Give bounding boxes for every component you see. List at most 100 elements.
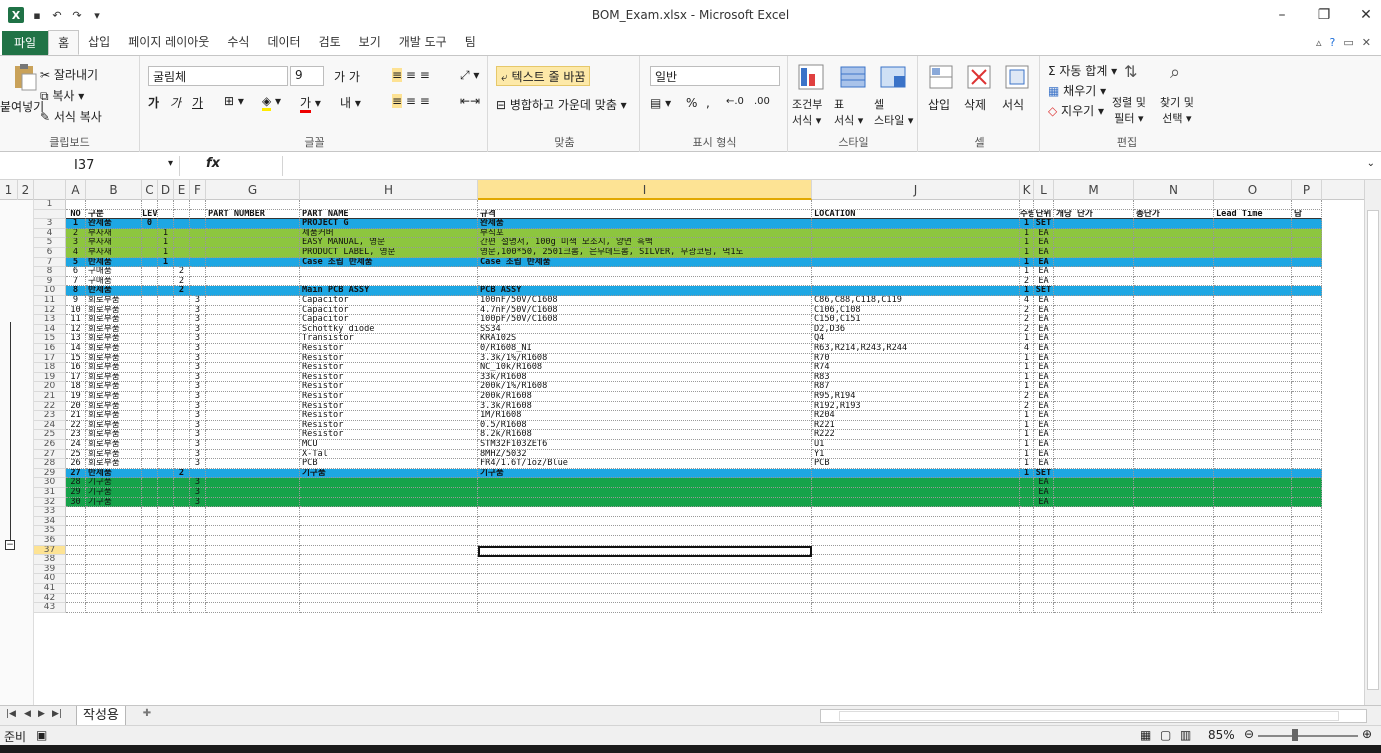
cell-L4[interactable]: EA — [1034, 228, 1054, 239]
cell-L34[interactable] — [1034, 516, 1054, 527]
cell-L36[interactable] — [1034, 536, 1054, 546]
font-color-button[interactable]: 가 ▾ — [300, 94, 321, 113]
cell-E5[interactable] — [174, 238, 190, 248]
cell-J15[interactable]: Q4 — [812, 334, 1020, 344]
cell-L23[interactable]: EA — [1034, 411, 1054, 421]
cell-G40[interactable] — [206, 574, 300, 584]
row-header-18[interactable]: 18 — [34, 363, 66, 373]
cell-P29[interactable] — [1292, 468, 1322, 479]
cell-G4[interactable] — [206, 228, 300, 239]
cell-E6[interactable] — [174, 248, 190, 258]
cell-N16[interactable] — [1134, 344, 1214, 354]
undo-icon[interactable]: ↶ — [50, 8, 64, 22]
cell-F16[interactable]: 3 — [190, 344, 206, 354]
cell-H1[interactable] — [300, 200, 478, 210]
cell-A20[interactable]: 18 — [66, 382, 86, 392]
cell-P18[interactable] — [1292, 363, 1322, 373]
cell-D1[interactable] — [158, 200, 174, 210]
cell-E10[interactable]: 2 — [174, 286, 190, 296]
cell-J38[interactable] — [812, 555, 1020, 565]
cell-K34[interactable] — [1020, 516, 1034, 527]
cell-B35[interactable] — [86, 526, 142, 536]
cell-H27[interactable]: X-Tal — [300, 449, 478, 460]
cell-A13[interactable]: 11 — [66, 315, 86, 325]
cell-F41[interactable] — [190, 584, 206, 594]
cell-H2[interactable]: PART NAME — [300, 209, 478, 220]
cell-H19[interactable]: Resistor — [300, 372, 478, 383]
cell-N10[interactable] — [1134, 286, 1214, 296]
cell-O20[interactable] — [1214, 382, 1292, 392]
tab-insert[interactable]: 삽입 — [79, 30, 119, 55]
cell-E30[interactable] — [174, 478, 190, 488]
cell-D29[interactable] — [158, 468, 174, 479]
cell-C34[interactable] — [142, 516, 158, 527]
cell-K27[interactable]: 1 — [1020, 449, 1034, 460]
cell-H11[interactable]: Capacitor — [300, 296, 478, 306]
cell-D31[interactable] — [158, 488, 174, 498]
cell-K41[interactable] — [1020, 584, 1034, 594]
cell-J30[interactable] — [812, 478, 1020, 488]
cell-J40[interactable] — [812, 574, 1020, 584]
cell-O11[interactable] — [1214, 296, 1292, 306]
tab-developer[interactable]: 개발 도구 — [390, 30, 456, 55]
cell-A30[interactable]: 28 — [66, 478, 86, 488]
cell-B30[interactable]: 기구품 — [86, 478, 142, 488]
cell-A33[interactable] — [66, 507, 86, 517]
cell-H8[interactable] — [300, 267, 478, 277]
cell-N39[interactable] — [1134, 564, 1214, 575]
cell-B7[interactable]: 반제품 — [86, 257, 142, 268]
cell-G21[interactable] — [206, 392, 300, 402]
row-header-38[interactable]: 38 — [34, 555, 66, 565]
cell-H36[interactable] — [300, 536, 478, 546]
cell-I37[interactable] — [478, 545, 812, 556]
cell-F30[interactable]: 3 — [190, 478, 206, 488]
cell-M40[interactable] — [1054, 574, 1134, 584]
cell-P13[interactable] — [1292, 315, 1322, 325]
name-box-dropdown-icon[interactable]: ▾ — [168, 158, 173, 169]
row-header-6[interactable]: 6 — [34, 248, 66, 258]
cell-O41[interactable] — [1214, 584, 1292, 594]
cell-N12[interactable] — [1134, 305, 1214, 316]
cell-P38[interactable] — [1292, 555, 1322, 565]
cell-J8[interactable] — [812, 267, 1020, 277]
cell-C38[interactable] — [142, 555, 158, 565]
cell-F33[interactable] — [190, 507, 206, 517]
cell-O17[interactable] — [1214, 353, 1292, 364]
cell-P8[interactable] — [1292, 267, 1322, 277]
cell-M8[interactable] — [1054, 267, 1134, 277]
cell-O23[interactable] — [1214, 411, 1292, 421]
cell-N17[interactable] — [1134, 353, 1214, 364]
cell-K36[interactable] — [1020, 536, 1034, 546]
cell-M39[interactable] — [1054, 564, 1134, 575]
cell-C16[interactable] — [142, 344, 158, 354]
cell-C29[interactable] — [142, 468, 158, 479]
cell-G22[interactable] — [206, 401, 300, 412]
cell-K3[interactable]: 1 — [1020, 219, 1034, 229]
cell-H29[interactable]: 기구품 — [300, 468, 478, 479]
cell-H3[interactable]: PROJECT G — [300, 219, 478, 229]
cell-A27[interactable]: 25 — [66, 449, 86, 460]
cell-P41[interactable] — [1292, 584, 1322, 594]
cell-A39[interactable] — [66, 564, 86, 575]
cell-G34[interactable] — [206, 516, 300, 527]
cell-J22[interactable]: R192,R193 — [812, 401, 1020, 412]
cell-H10[interactable]: Main PCB ASSY — [300, 286, 478, 296]
cell-P25[interactable] — [1292, 430, 1322, 440]
row-header-1[interactable]: 1 — [34, 200, 66, 210]
cell-K29[interactable]: 1 — [1020, 468, 1034, 479]
cell-H38[interactable] — [300, 555, 478, 565]
cell-D7[interactable]: 1 — [158, 257, 174, 268]
cell-H5[interactable]: EASY MANUAL, 영문 — [300, 238, 478, 248]
cell-L42[interactable] — [1034, 593, 1054, 604]
cell-D33[interactable] — [158, 507, 174, 517]
cell-D36[interactable] — [158, 536, 174, 546]
cell-J3[interactable] — [812, 219, 1020, 229]
cell-I33[interactable] — [478, 507, 812, 517]
cell-F6[interactable] — [190, 248, 206, 258]
cell-G1[interactable] — [206, 200, 300, 210]
cell-M36[interactable] — [1054, 536, 1134, 546]
cell-O35[interactable] — [1214, 526, 1292, 536]
cell-E8[interactable]: 2 — [174, 267, 190, 277]
prev-sheet-button[interactable]: ◀ — [24, 709, 31, 719]
increase-decimal-button[interactable]: ←.0 — [726, 96, 744, 107]
